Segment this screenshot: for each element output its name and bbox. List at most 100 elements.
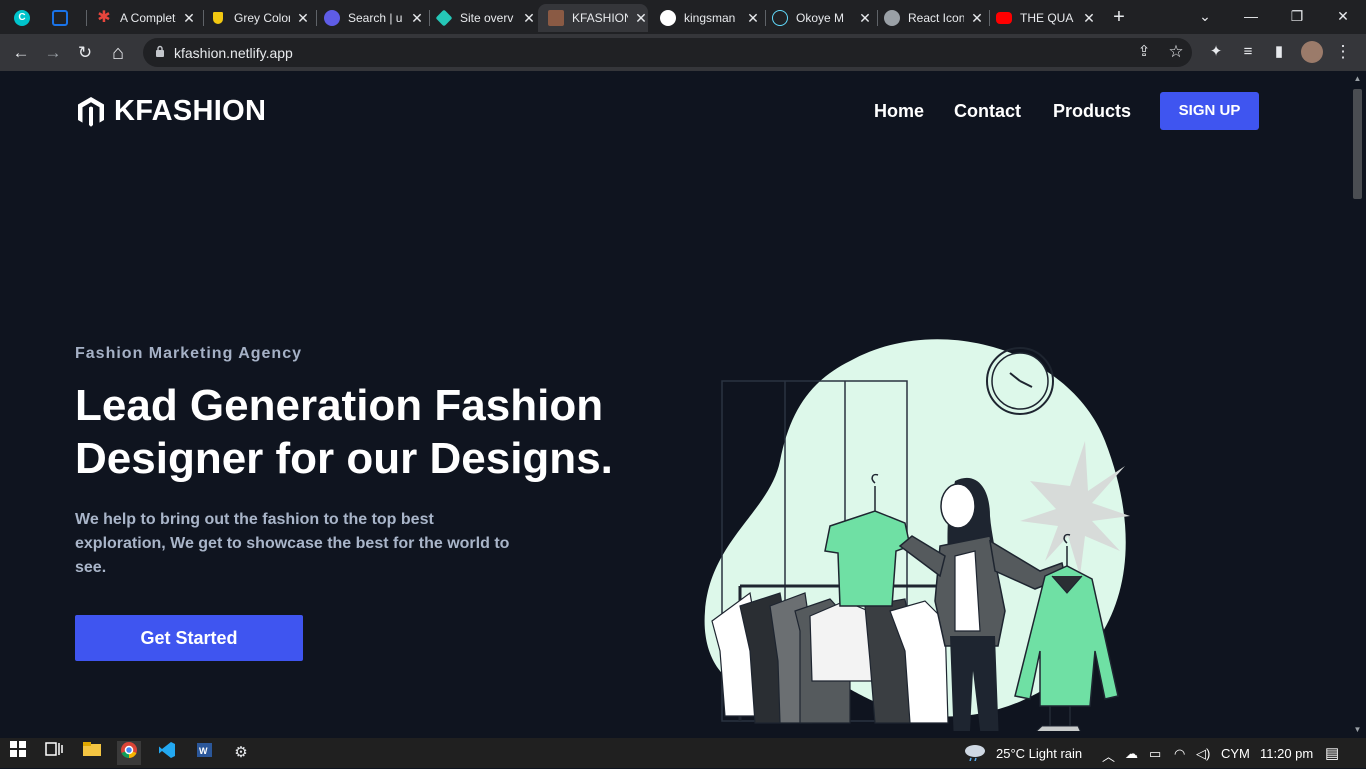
kfashion-icon bbox=[548, 10, 564, 26]
nav-contact-link[interactable]: Contact bbox=[954, 101, 1021, 122]
nav-products-link[interactable]: Products bbox=[1053, 101, 1131, 122]
browser-toolbar: ← → ↻ ⌂ kfashion.netlify.app ⇪ ☆ ✦ ≡ ▮ ⋮ bbox=[0, 34, 1366, 71]
brand-name: KFASHION bbox=[114, 95, 267, 127]
react-icon bbox=[772, 10, 788, 26]
hero-headline-line-2: Designer for our Designs. bbox=[75, 434, 613, 483]
canva-icon: C bbox=[14, 10, 30, 26]
close-icon[interactable]: ✕ bbox=[858, 10, 872, 27]
tab-react-icons[interactable]: React Icon ✕ bbox=[884, 4, 984, 32]
vscode-icon[interactable] bbox=[155, 741, 179, 765]
tab-canva[interactable]: C bbox=[14, 4, 44, 32]
signup-button[interactable]: SIGN UP bbox=[1160, 92, 1259, 130]
asterisk-icon: ✱ bbox=[97, 9, 111, 26]
scroll-down-icon[interactable]: ▼ bbox=[1352, 725, 1363, 734]
tab-grey-color[interactable]: Grey Color ✕ bbox=[210, 4, 310, 32]
close-icon[interactable]: ✕ bbox=[182, 10, 196, 27]
weather-text[interactable]: 25°C Light rain bbox=[996, 746, 1082, 761]
forward-button[interactable]: → bbox=[41, 41, 65, 65]
extensions-icon[interactable]: ✦ bbox=[1205, 41, 1227, 63]
tab-youtube[interactable]: THE QUA ✕ bbox=[996, 4, 1096, 32]
close-icon[interactable]: ✕ bbox=[634, 10, 648, 27]
minimize-button[interactable]: — bbox=[1228, 4, 1274, 28]
browser-tabstrip: C ✱ A Complete ✕ Grey Color ✕ Search | u… bbox=[0, 0, 1366, 34]
scroll-up-icon[interactable]: ▲ bbox=[1352, 74, 1363, 83]
tab-ms[interactable] bbox=[52, 4, 82, 32]
tab-search[interactable]: Search | u ✕ bbox=[324, 4, 424, 32]
tab-label: Site overv bbox=[460, 11, 514, 25]
fashion-designer-illustration bbox=[704, 339, 1130, 731]
windows-taskbar: W ⚙ 25°C Light rain ︿ ☁ ▭ ◠ ◁) CYM 11:20… bbox=[0, 738, 1366, 768]
input-language[interactable]: CYM bbox=[1221, 746, 1250, 761]
tab-label: React Icon bbox=[908, 11, 964, 25]
search-logo-icon bbox=[324, 10, 340, 26]
close-window-button[interactable]: ✕ bbox=[1320, 4, 1366, 28]
netlify-icon bbox=[435, 9, 453, 27]
tab-label: Search | u bbox=[348, 11, 403, 25]
shield-icon bbox=[213, 12, 223, 24]
magento-logo-icon bbox=[78, 96, 104, 127]
tab-label: kingsman bbox=[684, 11, 736, 25]
close-icon[interactable]: ✕ bbox=[1082, 10, 1096, 27]
windows-icon[interactable] bbox=[6, 741, 30, 765]
hero-headline-line-1: Lead Generation Fashion bbox=[75, 381, 604, 430]
tab-label: THE QUA bbox=[1020, 11, 1074, 25]
get-started-button[interactable]: Get Started bbox=[75, 615, 303, 661]
onedrive-cloud-icon[interactable]: ☁ bbox=[1125, 746, 1138, 762]
scroll-thumb[interactable] bbox=[1353, 89, 1362, 199]
globe-icon bbox=[884, 10, 900, 26]
github-icon bbox=[660, 10, 676, 26]
word-icon[interactable]: W bbox=[192, 741, 216, 765]
tab-complete[interactable]: ✱ A Complete ✕ bbox=[96, 4, 196, 32]
tab-github[interactable]: kingsman ✕ bbox=[660, 4, 760, 32]
close-icon[interactable]: ✕ bbox=[746, 10, 760, 27]
share-icon[interactable]: ⇪ bbox=[1133, 41, 1155, 63]
tab-search-dropdown-icon[interactable]: ⌄ bbox=[1182, 4, 1228, 28]
weather-cloud-icon[interactable] bbox=[963, 741, 987, 765]
task-view-icon[interactable] bbox=[42, 741, 66, 765]
nav-home-link[interactable]: Home bbox=[874, 101, 924, 122]
notifications-icon[interactable]: ▤ bbox=[1325, 744, 1339, 762]
tab-label: A Complete bbox=[120, 11, 176, 25]
page-viewport: KFASHION Home Contact Products SIGN UP F… bbox=[0, 71, 1349, 738]
back-button[interactable]: ← bbox=[9, 41, 33, 65]
address-bar[interactable]: kfashion.netlify.app ⇪ ☆ bbox=[143, 38, 1192, 67]
youtube-icon bbox=[996, 12, 1012, 24]
close-icon[interactable]: ✕ bbox=[410, 10, 424, 27]
star-icon[interactable]: ☆ bbox=[1165, 41, 1187, 63]
reload-button[interactable]: ↻ bbox=[73, 41, 97, 65]
battery-icon[interactable]: ▭ bbox=[1149, 746, 1161, 762]
page-scrollbar[interactable]: ▲ ▼ bbox=[1349, 71, 1366, 738]
wall-clock-icon bbox=[986, 347, 1054, 415]
tab-okoye[interactable]: Okoye M ✕ bbox=[772, 4, 872, 32]
media-control-icon[interactable]: ≡ bbox=[1237, 41, 1259, 63]
ms-icon bbox=[52, 10, 68, 26]
close-icon[interactable]: ✕ bbox=[296, 10, 310, 27]
side-panel-icon[interactable]: ▮ bbox=[1268, 41, 1290, 63]
mannequin-stand bbox=[1035, 706, 1081, 731]
hero-eyebrow: Fashion Marketing Agency bbox=[75, 345, 302, 362]
hero-headline: Lead Generation Fashion Designer for our… bbox=[75, 379, 655, 485]
menu-icon[interactable]: ⋮ bbox=[1332, 41, 1354, 63]
tab-kfashion[interactable]: KFASHION ✕ bbox=[538, 4, 648, 32]
new-tab-button[interactable]: + bbox=[1107, 6, 1131, 30]
close-icon[interactable]: ✕ bbox=[970, 10, 984, 27]
restore-button[interactable]: ❐ bbox=[1274, 4, 1320, 28]
url-text: kfashion.netlify.app bbox=[174, 45, 293, 61]
svg-text:W: W bbox=[199, 746, 208, 756]
profile-avatar[interactable] bbox=[1301, 41, 1323, 63]
settings-icon[interactable]: ⚙ bbox=[229, 741, 253, 765]
file-explorer-icon[interactable] bbox=[80, 741, 104, 765]
hero-description: We help to bring out the fashion to the … bbox=[75, 511, 510, 576]
clock[interactable]: 11:20 pm bbox=[1260, 746, 1313, 761]
tab-label: Grey Color bbox=[234, 11, 290, 25]
chrome-icon[interactable] bbox=[117, 741, 141, 765]
site-logo[interactable]: KFASHION bbox=[76, 95, 266, 128]
tray-chevron-icon[interactable]: ︿ bbox=[1102, 746, 1115, 765]
volume-icon[interactable]: ◁) bbox=[1196, 746, 1210, 762]
lock-icon bbox=[156, 45, 164, 57]
home-button[interactable]: ⌂ bbox=[106, 41, 130, 65]
wifi-icon[interactable]: ◠ bbox=[1174, 746, 1185, 762]
tab-label: Okoye M bbox=[796, 11, 845, 25]
close-icon[interactable]: ✕ bbox=[522, 10, 536, 27]
tab-site-overview[interactable]: Site overv ✕ bbox=[435, 4, 536, 32]
